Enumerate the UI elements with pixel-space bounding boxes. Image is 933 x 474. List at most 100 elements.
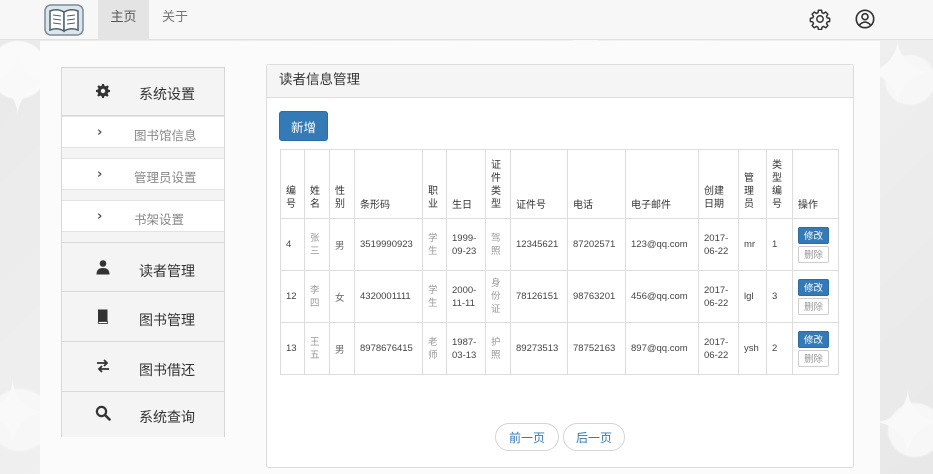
col-header-gender: 性别 <box>329 149 355 219</box>
cell-created: 2017-06-22 <box>698 322 739 375</box>
edit-button[interactable]: 修改 <box>798 278 829 296</box>
cell-idtype: 身份证 <box>485 270 511 323</box>
col-header-created: 创建日期 <box>698 149 739 219</box>
cell-text: 学生 <box>428 232 438 257</box>
gear-icon[interactable] <box>809 8 831 30</box>
cell-text: 2017-06-22 <box>704 336 729 361</box>
gear-icon <box>96 84 110 98</box>
cell-text: 王五 <box>310 336 320 361</box>
sidebar-item-borrow-return[interactable]: 图书借还 <box>62 342 224 392</box>
table-row: 13 王五 男 8978676415 老师 1987-03-13 护照 8927… <box>280 322 839 375</box>
chevron-right-icon: › <box>97 209 103 224</box>
delete-button[interactable]: 删除 <box>798 245 829 263</box>
cell-type: 3 <box>766 270 793 323</box>
cell-phone: 87202571 <box>567 218 626 271</box>
header-label: 证件号 <box>516 200 546 211</box>
sidebar-item-readers[interactable]: 读者管理 <box>62 242 224 292</box>
col-header-admin: 管理员 <box>738 149 767 219</box>
cell-type: 2 <box>766 322 793 375</box>
book-icon <box>97 309 108 324</box>
next-page-button[interactable]: 后一页 <box>563 423 625 451</box>
cell-phone: 98763201 <box>567 270 626 323</box>
cell-idtype: 驾照 <box>485 218 511 271</box>
cell-text: 1987-03-13 <box>452 336 477 361</box>
sidebar-sub-library-info[interactable]: › 图书馆信息 <box>62 116 224 148</box>
header-label: 条形码 <box>360 200 390 211</box>
cell-barcode: 4320001111 <box>354 270 423 323</box>
cell-text: 身份证 <box>491 278 501 315</box>
cell-idno: 89273513 <box>510 322 568 375</box>
cell-text: 2000-11-11 <box>452 284 477 309</box>
search-icon <box>95 405 111 421</box>
sidebar-sub-admin-settings[interactable]: › 管理员设置 <box>62 158 224 190</box>
header-label: 姓名 <box>310 186 320 210</box>
col-header-birth: 生日 <box>446 149 486 219</box>
exchange-icon <box>97 359 109 373</box>
sidebar-item-books[interactable]: 图书管理 <box>62 292 224 342</box>
nav-tab-about[interactable]: 关于 <box>150 0 200 40</box>
header-label: 性别 <box>335 186 345 210</box>
chevron-right-icon: › <box>97 167 103 182</box>
cell-email: 897@qq.com <box>625 322 699 375</box>
header-label: 操作 <box>798 200 818 211</box>
cell-email: 456@qq.com <box>625 270 699 323</box>
book-logo-icon[interactable] <box>44 4 84 36</box>
cell-actions: 修改 删除 <box>792 218 839 271</box>
add-reader-button[interactable]: 新增 <box>279 111 328 141</box>
cell-gender: 男 <box>329 322 355 375</box>
col-header-barcode: 条形码 <box>354 149 423 219</box>
sidebar-item-label: 读者管理 <box>139 264 195 280</box>
prev-page-button[interactable]: 前一页 <box>495 423 559 451</box>
user-icon <box>96 260 110 275</box>
cell-id: 13 <box>280 322 305 375</box>
cell-text: 张三 <box>310 232 320 257</box>
delete-button[interactable]: 删除 <box>798 297 829 315</box>
cell-gender: 女 <box>329 270 355 323</box>
col-header-idtype: 证件类型 <box>485 149 511 219</box>
header-label: 证件类型 <box>491 160 501 210</box>
cell-text: 2017-06-22 <box>704 232 729 257</box>
sidebar-sub-shelf-settings[interactable]: › 书架设置 <box>62 200 224 232</box>
cell-barcode: 8978676415 <box>354 322 423 375</box>
top-navbar: 主页 关于 <box>0 0 933 40</box>
cell-text: 2017-06-22 <box>704 284 729 309</box>
header-label: 管理员 <box>744 173 754 210</box>
header-label: 职业 <box>428 186 438 210</box>
sidebar-item-label: 图书借还 <box>139 363 195 379</box>
cell-text: 老师 <box>428 336 438 361</box>
cell-idno: 12345621 <box>510 218 568 271</box>
sidebar-item-settings[interactable]: 系统设置 <box>62 68 224 116</box>
sidebar-item-label: 图书管理 <box>139 313 195 329</box>
cell-name: 王五 <box>304 322 330 375</box>
col-header-name: 姓名 <box>304 149 330 219</box>
sidebar-sub-label: 图书馆信息 <box>134 128 197 143</box>
col-header-idno: 证件号 <box>510 149 568 219</box>
reader-table: 编号 姓名 性别 条形码 职业 生日 证件类型 证件号 电话 电子邮件 创建日期… <box>280 149 839 375</box>
col-header-phone: 电话 <box>567 149 626 219</box>
cell-type: 1 <box>766 218 793 271</box>
cell-text: 李四 <box>310 284 320 309</box>
cell-birth: 1999-09-23 <box>446 218 486 271</box>
sidebar-sub-label: 书架设置 <box>134 212 185 227</box>
user-circle-icon[interactable] <box>854 8 876 30</box>
sidebar-item-label: 系统设置 <box>139 87 195 103</box>
header-label: 类型编号 <box>772 160 782 210</box>
delete-button[interactable]: 删除 <box>798 349 829 367</box>
cell-created: 2017-06-22 <box>698 270 739 323</box>
cell-job: 老师 <box>422 322 447 375</box>
edit-button[interactable]: 修改 <box>798 330 829 348</box>
header-label: 生日 <box>452 200 472 211</box>
table-row: 4 张三 男 3519990923 学生 1999-09-23 驾照 12345… <box>280 218 839 271</box>
nav-tab-home[interactable]: 主页 <box>98 0 149 40</box>
sidebar-sub-label: 管理员设置 <box>134 170 197 185</box>
reader-panel: 读者信息管理 新增 编号 姓名 性别 条形码 职业 生日 证件类型 证件号 电话… <box>266 64 854 468</box>
cell-id: 12 <box>280 270 305 323</box>
sidebar: 系统设置 › 图书馆信息 › 管理员设置 › 书架设置 读者管理 图书管理 图书… <box>61 67 225 437</box>
cell-admin: mr <box>738 218 767 271</box>
sidebar-item-query[interactable]: 系统查询 <box>62 392 224 437</box>
edit-button[interactable]: 修改 <box>798 226 829 244</box>
col-header-type: 类型编号 <box>766 149 793 219</box>
header-label: 编号 <box>286 186 296 210</box>
cell-created: 2017-06-22 <box>698 218 739 271</box>
cell-text: 学生 <box>428 284 438 309</box>
